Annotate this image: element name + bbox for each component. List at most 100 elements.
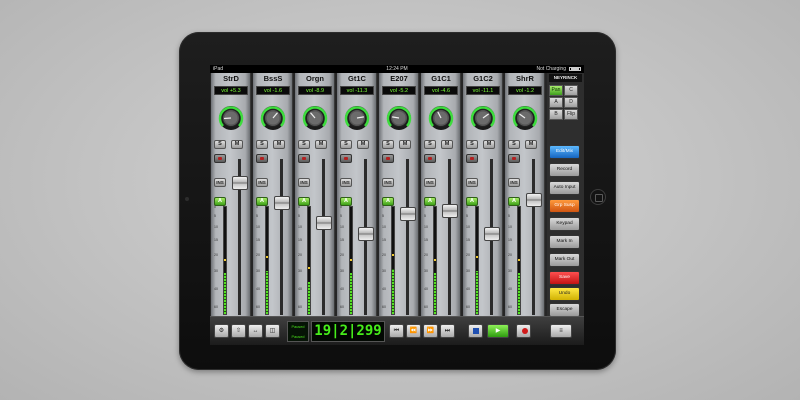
home-button[interactable]	[590, 189, 606, 205]
pan-knob[interactable]	[386, 105, 412, 131]
volume-fader[interactable]	[358, 227, 374, 242]
insert-button[interactable]: INS	[298, 178, 310, 187]
mute-button[interactable]: M	[231, 140, 243, 149]
meter-fill	[392, 269, 394, 314]
channel-name[interactable]: E207	[381, 74, 417, 84]
mute-button[interactable]: M	[441, 140, 453, 149]
volume-fader[interactable]	[442, 204, 458, 219]
mute-button[interactable]: M	[399, 140, 411, 149]
mark-in-button[interactable]: Mark In	[549, 235, 580, 249]
zoom-icon[interactable]: ◫	[265, 324, 280, 338]
insert-button[interactable]: INS	[214, 178, 226, 187]
mute-button[interactable]: M	[315, 140, 327, 149]
auto-input-button[interactable]: Auto Input	[549, 181, 580, 195]
go-to-end-icon[interactable]: ⏭	[440, 324, 455, 338]
volume-fader[interactable]	[484, 227, 500, 242]
scale-tick: 30	[340, 269, 344, 273]
insert-button[interactable]: INS	[424, 178, 436, 187]
nudge-icon[interactable]: ↔	[248, 324, 263, 338]
upload-icon[interactable]: ⇧	[231, 324, 246, 338]
mute-button[interactable]: M	[357, 140, 369, 149]
play-button[interactable]: ▶	[487, 324, 509, 338]
pan-knob[interactable]	[512, 105, 538, 131]
record-arm-button[interactable]	[424, 154, 436, 163]
insert-button[interactable]: INS	[256, 178, 268, 187]
insert-button[interactable]: INS	[466, 178, 478, 187]
mixer-screen: iPad 12:24 PM Not Charging StrD vol +5.3 S…	[210, 65, 584, 345]
scale-tick: 20	[256, 253, 260, 257]
record-arm-button[interactable]	[340, 154, 352, 163]
volume-readout: vol -4.6	[424, 86, 458, 95]
keypad-button[interactable]: Keypad	[549, 217, 580, 231]
menu-icon[interactable]: ≡	[550, 324, 572, 338]
record-button[interactable]	[516, 324, 531, 338]
channel-name[interactable]: ShrR	[507, 74, 543, 84]
grp-susp-button[interactable]: Grp Susp	[549, 199, 580, 213]
fader-scale: 0 5 10 15 20 30 40 60	[256, 205, 265, 315]
scale-tick: 5	[382, 214, 384, 218]
solo-button[interactable]: S	[508, 140, 520, 149]
scale-tick: 15	[298, 238, 302, 242]
record-arm-button[interactable]	[466, 154, 478, 163]
volume-fader[interactable]	[232, 176, 248, 191]
fader-track	[406, 159, 409, 315]
edit-mix-button[interactable]: Edit/Mix	[549, 145, 580, 159]
insert-button[interactable]: INS	[382, 178, 394, 187]
record-button[interactable]: Record	[549, 163, 580, 177]
solo-button[interactable]: S	[340, 140, 352, 149]
bank-d-button[interactable]: D	[564, 97, 578, 108]
level-meter	[391, 206, 395, 315]
solo-button[interactable]: S	[466, 140, 478, 149]
rewind-icon[interactable]: ⏪	[406, 324, 421, 338]
pan-knob[interactable]	[428, 105, 454, 131]
pan-knob[interactable]	[260, 105, 286, 131]
pan-knob[interactable]	[302, 105, 328, 131]
settings-gear-icon[interactable]: ⚙	[214, 324, 229, 338]
insert-button[interactable]: INS	[508, 178, 520, 187]
record-arm-button[interactable]	[298, 154, 310, 163]
pan-knob[interactable]	[470, 105, 496, 131]
escape-button[interactable]: Escape	[549, 303, 580, 317]
bank-c-button[interactable]: C	[564, 85, 578, 96]
solo-button[interactable]: S	[256, 140, 268, 149]
solo-button[interactable]: S	[214, 140, 226, 149]
channel-name[interactable]: Gt1C	[339, 74, 375, 84]
channel-name[interactable]: Orgn	[297, 74, 333, 84]
scale-tick: 10	[340, 225, 344, 229]
solo-button[interactable]: S	[298, 140, 310, 149]
volume-fader[interactable]	[400, 207, 416, 222]
scale-tick: 30	[508, 269, 512, 273]
bank-a-button[interactable]: A	[549, 97, 563, 108]
mute-button[interactable]: M	[273, 140, 285, 149]
solo-button[interactable]: S	[424, 140, 436, 149]
bank-b-button[interactable]: B	[549, 109, 563, 120]
record-arm-button[interactable]	[256, 154, 268, 163]
meter-peak	[350, 258, 352, 261]
solo-button[interactable]: S	[382, 140, 394, 149]
fast-forward-icon[interactable]: ⏩	[423, 324, 438, 338]
mark-out-button[interactable]: Mark Out	[549, 253, 580, 267]
channel-name[interactable]: StrD	[213, 74, 249, 84]
channel-name[interactable]: BssS	[255, 74, 291, 84]
pan-knob[interactable]	[344, 105, 370, 131]
record-arm-button[interactable]	[214, 154, 226, 163]
flip-button[interactable]: Flip	[564, 109, 578, 120]
stop-button[interactable]	[468, 324, 483, 338]
volume-fader[interactable]	[274, 195, 290, 210]
channel-name[interactable]: G1C2	[465, 74, 501, 84]
pan-knob[interactable]	[218, 105, 244, 131]
scale-tick: 60	[340, 305, 344, 309]
mute-button[interactable]: M	[525, 140, 537, 149]
scale-tick: 20	[298, 253, 302, 257]
save-button[interactable]: Save	[549, 271, 580, 285]
return-to-zero-icon[interactable]: ⏮	[389, 324, 404, 338]
pan-button[interactable]: Pan	[549, 85, 563, 96]
channel-name[interactable]: G1C1	[423, 74, 459, 84]
volume-fader[interactable]	[526, 193, 542, 208]
record-arm-button[interactable]	[508, 154, 520, 163]
record-arm-button[interactable]	[382, 154, 394, 163]
insert-button[interactable]: INS	[340, 178, 352, 187]
undo-button[interactable]: Undo	[549, 287, 580, 301]
volume-fader[interactable]	[316, 215, 332, 230]
mute-button[interactable]: M	[483, 140, 495, 149]
